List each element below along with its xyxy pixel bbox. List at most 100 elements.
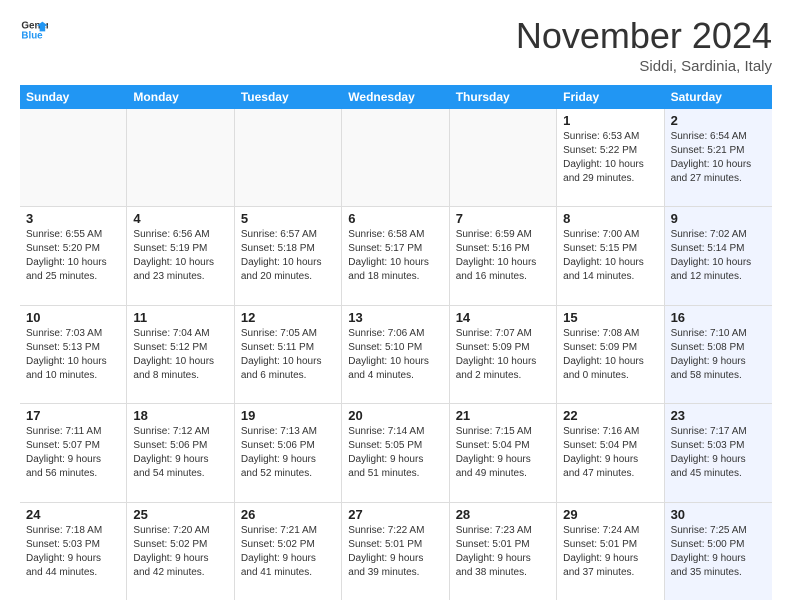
location: Siddi, Sardinia, Italy — [516, 58, 772, 75]
day-cell-4-4: 28 Sunrise: 7:23 AM Sunset: 5:01 PM Dayli… — [450, 503, 557, 600]
day-number: 7 — [456, 211, 550, 226]
day-info: Sunrise: 7:22 AM Sunset: 5:01 PM Dayligh… — [348, 524, 442, 580]
day-info: Sunrise: 7:06 AM Sunset: 5:10 PM Dayligh… — [348, 327, 442, 383]
day-info: Sunrise: 7:08 AM Sunset: 5:09 PM Dayligh… — [563, 327, 657, 383]
day-number: 22 — [563, 408, 657, 423]
day-info: Sunrise: 7:25 AM Sunset: 5:00 PM Dayligh… — [671, 524, 766, 580]
day-info: Sunrise: 6:53 AM Sunset: 5:22 PM Dayligh… — [563, 130, 657, 186]
day-info: Sunrise: 7:18 AM Sunset: 5:03 PM Dayligh… — [26, 524, 120, 580]
day-number: 21 — [456, 408, 550, 423]
day-info: Sunrise: 6:54 AM Sunset: 5:21 PM Dayligh… — [671, 130, 766, 186]
day-number: 25 — [133, 507, 227, 522]
page: General Blue November 2024 Siddi, Sardin… — [0, 0, 792, 612]
day-cell-2-2: 12 Sunrise: 7:05 AM Sunset: 5:11 PM Dayli… — [235, 306, 342, 403]
header: General Blue November 2024 Siddi, Sardin… — [20, 16, 772, 75]
day-number: 6 — [348, 211, 442, 226]
title-block: November 2024 Siddi, Sardinia, Italy — [516, 16, 772, 75]
day-cell-0-3 — [342, 109, 449, 206]
day-cell-2-6: 16 Sunrise: 7:10 AM Sunset: 5:08 PM Dayli… — [665, 306, 772, 403]
day-cell-0-2 — [235, 109, 342, 206]
day-info: Sunrise: 7:24 AM Sunset: 5:01 PM Dayligh… — [563, 524, 657, 580]
day-cell-4-2: 26 Sunrise: 7:21 AM Sunset: 5:02 PM Dayli… — [235, 503, 342, 600]
day-cell-0-4 — [450, 109, 557, 206]
day-cell-4-5: 29Sunrise: 7:24 AM Sunset: 5:01 PM Dayli… — [557, 503, 664, 600]
day-cell-2-1: 11 Sunrise: 7:04 AM Sunset: 5:12 PM Dayli… — [127, 306, 234, 403]
day-info: Sunrise: 7:05 AM Sunset: 5:11 PM Dayligh… — [241, 327, 335, 383]
day-number: 23 — [671, 408, 766, 423]
header-thursday: Thursday — [450, 85, 557, 109]
day-number: 30 — [671, 507, 766, 522]
day-cell-1-6: 9 Sunrise: 7:02 AM Sunset: 5:14 PM Daylig… — [665, 207, 772, 304]
day-number: 4 — [133, 211, 227, 226]
week-row-4: 17 Sunrise: 7:11 AM Sunset: 5:07 PM Dayli… — [20, 404, 772, 502]
week-row-2: 3 Sunrise: 6:55 AM Sunset: 5:20 PM Daylig… — [20, 207, 772, 305]
day-info: Sunrise: 7:00 AM Sunset: 5:15 PM Dayligh… — [563, 228, 657, 284]
header-wednesday: Wednesday — [342, 85, 449, 109]
day-info: Sunrise: 6:58 AM Sunset: 5:17 PM Dayligh… — [348, 228, 442, 284]
day-cell-2-4: 14 Sunrise: 7:07 AM Sunset: 5:09 PM Dayli… — [450, 306, 557, 403]
day-number: 27 — [348, 507, 442, 522]
day-cell-4-0: 24 Sunrise: 7:18 AM Sunset: 5:03 PM Dayli… — [20, 503, 127, 600]
day-number: 18 — [133, 408, 227, 423]
day-number: 2 — [671, 113, 766, 128]
day-cell-1-5: 8Sunrise: 7:00 AM Sunset: 5:15 PM Daylig… — [557, 207, 664, 304]
week-row-1: 1 Sunrise: 6:53 AM Sunset: 5:22 PM Daylig… — [20, 109, 772, 207]
day-cell-1-1: 4 Sunrise: 6:56 AM Sunset: 5:19 PM Daylig… — [127, 207, 234, 304]
header-friday: Friday — [557, 85, 664, 109]
day-info: Sunrise: 7:03 AM Sunset: 5:13 PM Dayligh… — [26, 327, 120, 383]
day-info: Sunrise: 7:04 AM Sunset: 5:12 PM Dayligh… — [133, 327, 227, 383]
day-number: 11 — [133, 310, 227, 325]
logo-icon: General Blue — [20, 16, 48, 44]
day-cell-3-6: 23 Sunrise: 7:17 AM Sunset: 5:03 PM Dayli… — [665, 404, 772, 501]
day-cell-1-2: 5Sunrise: 6:57 AM Sunset: 5:18 PM Daylig… — [235, 207, 342, 304]
day-number: 17 — [26, 408, 120, 423]
day-number: 28 — [456, 507, 550, 522]
header-sunday: Sunday — [20, 85, 127, 109]
day-cell-1-3: 6 Sunrise: 6:58 AM Sunset: 5:17 PM Daylig… — [342, 207, 449, 304]
day-info: Sunrise: 7:21 AM Sunset: 5:02 PM Dayligh… — [241, 524, 335, 580]
day-number: 1 — [563, 113, 657, 128]
day-cell-3-2: 19Sunrise: 7:13 AM Sunset: 5:06 PM Dayli… — [235, 404, 342, 501]
header-monday: Monday — [127, 85, 234, 109]
day-info: Sunrise: 7:07 AM Sunset: 5:09 PM Dayligh… — [456, 327, 550, 383]
day-info: Sunrise: 6:55 AM Sunset: 5:20 PM Dayligh… — [26, 228, 120, 284]
day-info: Sunrise: 6:59 AM Sunset: 5:16 PM Dayligh… — [456, 228, 550, 284]
day-number: 20 — [348, 408, 442, 423]
day-info: Sunrise: 7:02 AM Sunset: 5:14 PM Dayligh… — [671, 228, 766, 284]
day-cell-2-5: 15 Sunrise: 7:08 AM Sunset: 5:09 PM Dayli… — [557, 306, 664, 403]
day-number: 16 — [671, 310, 766, 325]
day-info: Sunrise: 7:16 AM Sunset: 5:04 PM Dayligh… — [563, 425, 657, 481]
day-info: Sunrise: 7:10 AM Sunset: 5:08 PM Dayligh… — [671, 327, 766, 383]
day-cell-3-3: 20 Sunrise: 7:14 AM Sunset: 5:05 PM Dayli… — [342, 404, 449, 501]
day-number: 12 — [241, 310, 335, 325]
day-number: 9 — [671, 211, 766, 226]
day-number: 26 — [241, 507, 335, 522]
day-info: Sunrise: 7:20 AM Sunset: 5:02 PM Dayligh… — [133, 524, 227, 580]
day-info: Sunrise: 6:56 AM Sunset: 5:19 PM Dayligh… — [133, 228, 227, 284]
day-number: 15 — [563, 310, 657, 325]
day-info: Sunrise: 7:17 AM Sunset: 5:03 PM Dayligh… — [671, 425, 766, 481]
logo: General Blue — [20, 16, 48, 44]
header-saturday: Saturday — [665, 85, 772, 109]
calendar-body: 1 Sunrise: 6:53 AM Sunset: 5:22 PM Daylig… — [20, 109, 772, 600]
day-number: 3 — [26, 211, 120, 226]
day-number: 14 — [456, 310, 550, 325]
day-info: Sunrise: 7:11 AM Sunset: 5:07 PM Dayligh… — [26, 425, 120, 481]
header-tuesday: Tuesday — [235, 85, 342, 109]
day-cell-3-0: 17 Sunrise: 7:11 AM Sunset: 5:07 PM Dayli… — [20, 404, 127, 501]
day-info: Sunrise: 7:23 AM Sunset: 5:01 PM Dayligh… — [456, 524, 550, 580]
day-cell-3-4: 21 Sunrise: 7:15 AM Sunset: 5:04 PM Dayli… — [450, 404, 557, 501]
day-number: 24 — [26, 507, 120, 522]
day-cell-2-3: 13Sunrise: 7:06 AM Sunset: 5:10 PM Dayli… — [342, 306, 449, 403]
day-cell-0-5: 1 Sunrise: 6:53 AM Sunset: 5:22 PM Daylig… — [557, 109, 664, 206]
day-cell-0-6: 2 Sunrise: 6:54 AM Sunset: 5:21 PM Daylig… — [665, 109, 772, 206]
day-cell-4-6: 30 Sunrise: 7:25 AM Sunset: 5:00 PM Dayli… — [665, 503, 772, 600]
day-cell-4-3: 27 Sunrise: 7:22 AM Sunset: 5:01 PM Dayli… — [342, 503, 449, 600]
calendar-header: Sunday Monday Tuesday Wednesday Thursday… — [20, 85, 772, 109]
day-info: Sunrise: 7:15 AM Sunset: 5:04 PM Dayligh… — [456, 425, 550, 481]
day-info: Sunrise: 7:14 AM Sunset: 5:05 PM Dayligh… — [348, 425, 442, 481]
day-info: Sunrise: 7:13 AM Sunset: 5:06 PM Dayligh… — [241, 425, 335, 481]
day-number: 5 — [241, 211, 335, 226]
day-cell-4-1: 25 Sunrise: 7:20 AM Sunset: 5:02 PM Dayli… — [127, 503, 234, 600]
calendar: Sunday Monday Tuesday Wednesday Thursday… — [20, 85, 772, 600]
